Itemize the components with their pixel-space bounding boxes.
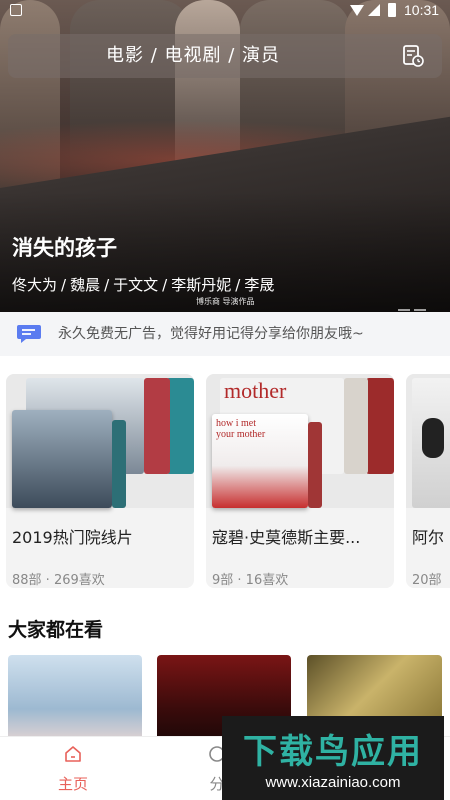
poster-title-text: mother (224, 378, 287, 403)
app-screen: 消失的孩子 佟大为 / 魏晨 / 于文文 / 李斯丹妮 / 李晟 博乐商 导演作品 10:31 … (0, 0, 450, 800)
poster-hand-mark (422, 418, 444, 458)
cover-poster (144, 378, 170, 474)
collection-title: 阿尔 (412, 528, 445, 547)
cast-separator: / (61, 276, 67, 294)
tab-home[interactable]: 主页 (28, 737, 118, 800)
cover-poster (366, 378, 394, 474)
cover-poster-main: how i met your mother (212, 414, 308, 508)
hero-title: 消失的孩子 (12, 236, 117, 260)
cast-member: 于文文 (113, 276, 159, 294)
cover-poster-main (12, 410, 112, 508)
cover-poster (344, 378, 368, 474)
movie-poster[interactable] (8, 655, 142, 745)
category-search-bar[interactable]: 电影 / 电视剧 / 演员 (8, 34, 442, 78)
collection-meta: 88部 · 269喜欢 (12, 573, 105, 588)
carousel-dot (398, 309, 410, 311)
category-search-text[interactable]: 电影 / 电视剧 / 演员 (8, 34, 378, 78)
signal-icon (368, 4, 380, 16)
home-icon (65, 746, 81, 762)
collection-meta: 9部 · 16喜欢 (212, 573, 289, 588)
hero-cast: 佟大为 / 魏晨 / 于文文 / 李斯丹妮 / 李晟 (12, 274, 274, 295)
cast-separator: / (104, 276, 110, 294)
cover-poster (412, 378, 450, 508)
collection-card[interactable]: 阿尔 20部 (406, 374, 450, 588)
watermark-url: www.xiazainiao.com (265, 774, 401, 791)
hero-credit: 博乐商 导演作品 (196, 297, 255, 306)
watermark-title: 下载鸟应用 (243, 732, 423, 772)
carousel-indicator (394, 296, 426, 312)
cast-member: 李斯丹妮 (171, 276, 232, 294)
site-watermark: 下载鸟应用 www.xiazainiao.com (222, 716, 444, 800)
status-bar: 10:31 (0, 0, 450, 22)
notification-icon (10, 4, 22, 16)
collection-title: 寇碧·史莫德斯主要... (212, 528, 361, 547)
cover-poster (112, 420, 126, 508)
cast-member: 佟大为 (12, 276, 58, 294)
notice-bar: 永久免费无广告，觉得好用记得分享给你朋友哦~ (0, 312, 450, 356)
collection-carousel[interactable]: 2019热门院线片 88部 · 269喜欢 mother how i met y… (0, 368, 450, 592)
cast-member: 李晟 (244, 276, 275, 294)
collection-cover (6, 374, 194, 508)
history-list-icon[interactable] (402, 44, 424, 68)
carousel-dot (414, 309, 426, 311)
cast-separator: / (235, 276, 241, 294)
tab-label: 主页 (57, 775, 88, 793)
status-time: 10:31 (404, 2, 440, 18)
cover-poster (308, 422, 322, 508)
collection-meta: 20部 (412, 573, 442, 588)
collection-title: 2019热门院线片 (12, 528, 133, 547)
collection-cover: mother how i met your mother (206, 374, 394, 508)
wifi-icon (350, 5, 364, 16)
collection-card[interactable]: 2019热门院线片 88部 · 269喜欢 (6, 374, 194, 588)
chat-bubble-icon (17, 325, 41, 343)
collection-cover (406, 374, 450, 508)
notice-text: 永久免费无广告，觉得好用记得分享给你朋友哦~ (58, 326, 364, 342)
cast-separator: / (162, 276, 168, 294)
poster-title-text: how i met your mother (216, 418, 266, 440)
battery-icon (388, 3, 396, 17)
cast-member: 魏晨 (70, 276, 101, 294)
collection-card[interactable]: mother how i met your mother 寇碧·史莫德斯主要..… (206, 374, 394, 588)
section-title: 大家都在看 (8, 619, 104, 641)
cover-poster (166, 378, 194, 474)
